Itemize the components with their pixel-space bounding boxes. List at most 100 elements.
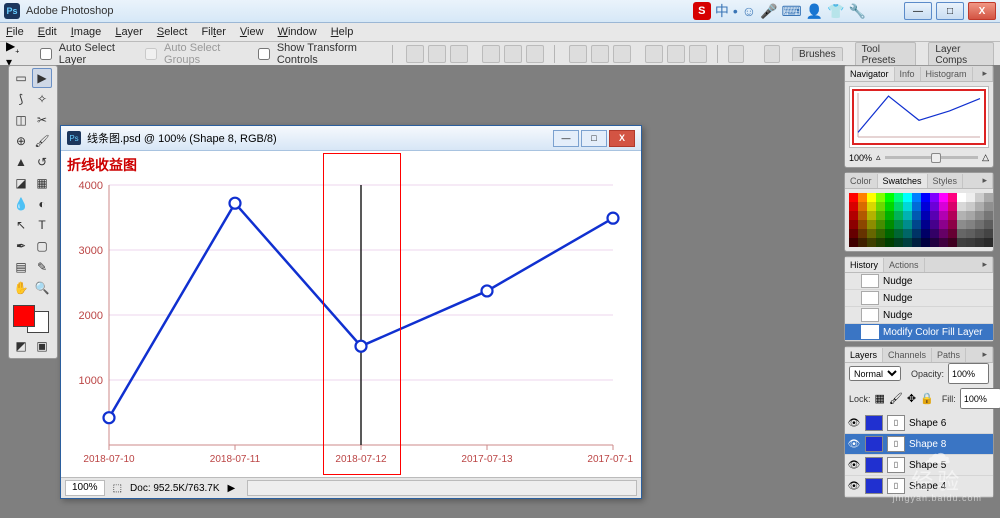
- tab-swatches[interactable]: Swatches: [878, 174, 928, 188]
- swatch-cell[interactable]: [858, 229, 867, 238]
- swatch-cell[interactable]: [903, 211, 912, 220]
- stamp-tool-icon[interactable]: ▲: [11, 152, 31, 172]
- swatch-cell[interactable]: [903, 193, 912, 202]
- document-canvas[interactable]: 折线收益图 10002000300040002018-07-102018-07-…: [61, 151, 641, 477]
- swatch-cell[interactable]: [966, 202, 975, 211]
- tab-styles[interactable]: Styles: [928, 174, 964, 188]
- align-top-icon[interactable]: [406, 45, 424, 63]
- swatch-cell[interactable]: [912, 211, 921, 220]
- layer-item[interactable]: 👁▯Shape 6: [845, 413, 993, 434]
- visibility-toggle-icon[interactable]: 👁: [847, 481, 861, 492]
- auto-select-layer-checkbox[interactable]: Auto Select Layer: [36, 42, 131, 66]
- swatch-cell[interactable]: [966, 229, 975, 238]
- lock-image-icon[interactable]: 🖌: [889, 392, 903, 405]
- ime-keyboard-icon[interactable]: ⌨: [781, 3, 801, 20]
- tab-histogram[interactable]: Histogram: [921, 67, 973, 81]
- zoom-out-icon[interactable]: ▵: [876, 152, 881, 163]
- dodge-tool-icon[interactable]: ◐: [32, 194, 52, 214]
- swatch-cell[interactable]: [894, 229, 903, 238]
- visibility-toggle-icon[interactable]: 👁: [847, 418, 861, 429]
- swatch-cell[interactable]: [867, 211, 876, 220]
- dist-left-icon[interactable]: [645, 45, 663, 63]
- swatch-cell[interactable]: [966, 211, 975, 220]
- swatch-cell[interactable]: [939, 211, 948, 220]
- swatch-cell[interactable]: [867, 193, 876, 202]
- swatch-cell[interactable]: [975, 238, 984, 247]
- dist-top-icon[interactable]: [569, 45, 587, 63]
- swatch-cell[interactable]: [921, 238, 930, 247]
- lock-transparent-icon[interactable]: ▦: [875, 392, 885, 405]
- history-item[interactable]: Modify Color Fill Layer: [845, 324, 993, 341]
- swatch-cell[interactable]: [957, 220, 966, 229]
- swatch-cell[interactable]: [921, 229, 930, 238]
- swatch-cell[interactable]: [858, 193, 867, 202]
- swatch-cell[interactable]: [921, 220, 930, 229]
- navigator-preview[interactable]: [849, 86, 989, 148]
- wand-tool-icon[interactable]: ✧: [32, 89, 52, 109]
- panel-menu-icon[interactable]: ▸: [977, 173, 993, 188]
- swatch-cell[interactable]: [912, 220, 921, 229]
- ime-lang-icon[interactable]: 中: [715, 1, 729, 21]
- swatch-cell[interactable]: [867, 238, 876, 247]
- swatch-cell[interactable]: [930, 220, 939, 229]
- history-item[interactable]: Nudge: [845, 307, 993, 324]
- dist-hcenter-icon[interactable]: [667, 45, 685, 63]
- menu-select[interactable]: Select: [157, 26, 188, 38]
- path-select-tool-icon[interactable]: ↖: [11, 215, 31, 235]
- swatch-cell[interactable]: [867, 220, 876, 229]
- swatch-cell[interactable]: [894, 202, 903, 211]
- shape-tool-icon[interactable]: ▢: [32, 236, 52, 256]
- panel-menu-icon[interactable]: ▸: [977, 66, 993, 81]
- swatch-cell[interactable]: [948, 202, 957, 211]
- move-tool-icon[interactable]: ▶: [32, 68, 52, 88]
- align-right-icon[interactable]: [526, 45, 544, 63]
- align-bottom-icon[interactable]: [450, 45, 468, 63]
- tab-actions[interactable]: Actions: [884, 258, 925, 272]
- swatch-cell[interactable]: [849, 193, 858, 202]
- swatch-cell[interactable]: [849, 229, 858, 238]
- navigator-zoom-slider[interactable]: [885, 156, 979, 159]
- pen-tool-icon[interactable]: ✒: [11, 236, 31, 256]
- swatch-cell[interactable]: [894, 220, 903, 229]
- swatch-cell[interactable]: [984, 202, 993, 211]
- swatch-cell[interactable]: [885, 193, 894, 202]
- align-vcenter-icon[interactable]: [428, 45, 446, 63]
- ime-punct-icon[interactable]: •: [733, 3, 738, 19]
- swatch-cell[interactable]: [894, 193, 903, 202]
- swatch-cell[interactable]: [885, 202, 894, 211]
- menu-view[interactable]: View: [240, 26, 264, 38]
- swatch-cell[interactable]: [930, 229, 939, 238]
- zoom-tool-icon[interactable]: 🔍: [32, 278, 52, 298]
- ime-full-width-icon[interactable]: ☺: [742, 3, 756, 19]
- swatch-cell[interactable]: [939, 238, 948, 247]
- status-docinfo[interactable]: Doc: 952.5K/763.7K: [130, 483, 220, 494]
- swatch-cell[interactable]: [975, 229, 984, 238]
- swatch-cell[interactable]: [885, 229, 894, 238]
- swatch-cell[interactable]: [930, 211, 939, 220]
- swatch-cell[interactable]: [858, 238, 867, 247]
- swatch-cell[interactable]: [849, 238, 858, 247]
- swatch-cell[interactable]: [894, 238, 903, 247]
- slice-tool-icon[interactable]: ✂: [32, 110, 52, 130]
- swatch-cell[interactable]: [984, 220, 993, 229]
- notes-tool-icon[interactable]: ▤: [11, 257, 31, 277]
- lock-position-icon[interactable]: ✥: [907, 392, 916, 405]
- lock-all-icon[interactable]: 🔒: [920, 392, 934, 405]
- menu-edit[interactable]: Edit: [38, 26, 57, 38]
- swatch-cell[interactable]: [876, 220, 885, 229]
- tab-channels[interactable]: Channels: [883, 348, 932, 362]
- swatch-cell[interactable]: [867, 229, 876, 238]
- tab-history[interactable]: History: [845, 258, 884, 272]
- swatch-cell[interactable]: [957, 193, 966, 202]
- palette-tab-layer-comps[interactable]: Layer Comps: [928, 42, 994, 67]
- brush-tool-icon[interactable]: 🖌: [32, 131, 52, 151]
- swatch-cell[interactable]: [948, 211, 957, 220]
- type-tool-icon[interactable]: T: [32, 215, 52, 235]
- swatch-cell[interactable]: [885, 220, 894, 229]
- swatch-cell[interactable]: [921, 211, 930, 220]
- swatches-grid[interactable]: [849, 193, 993, 247]
- visibility-toggle-icon[interactable]: 👁: [847, 439, 861, 450]
- opacity-input[interactable]: [948, 363, 989, 384]
- ime-skin-icon[interactable]: 👕: [827, 3, 844, 20]
- swatch-cell[interactable]: [984, 211, 993, 220]
